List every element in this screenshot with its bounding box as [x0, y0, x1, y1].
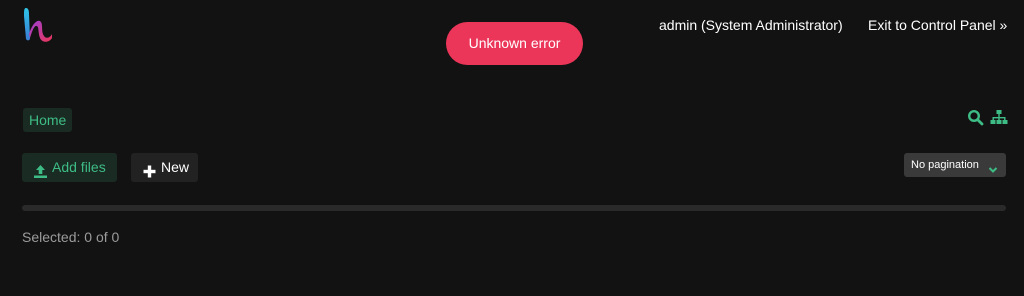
new-button[interactable]: New [131, 153, 198, 182]
upload-icon [33, 160, 48, 178]
exit-control-panel-link[interactable]: Exit to Control Panel » [868, 15, 1007, 35]
add-files-button[interactable]: Add files [22, 153, 117, 182]
add-files-label: Add files [52, 159, 106, 175]
brand-logo-icon[interactable] [20, 4, 56, 44]
pagination-value: No pagination [911, 159, 979, 171]
pagination-select[interactable]: No pagination [904, 153, 1006, 177]
sitemap-icon[interactable] [990, 109, 1008, 127]
progress-bar [22, 205, 1006, 211]
error-toast: Unknown error [446, 22, 583, 65]
breadcrumb-home[interactable]: Home [23, 108, 73, 132]
search-icon[interactable] [967, 109, 985, 127]
plus-icon [142, 160, 157, 178]
selection-status: Selected: 0 of 0 [22, 229, 120, 245]
current-user-label: admin (System Administrator) [659, 17, 843, 33]
new-label: New [161, 159, 190, 175]
chevron-down-icon [988, 160, 998, 173]
